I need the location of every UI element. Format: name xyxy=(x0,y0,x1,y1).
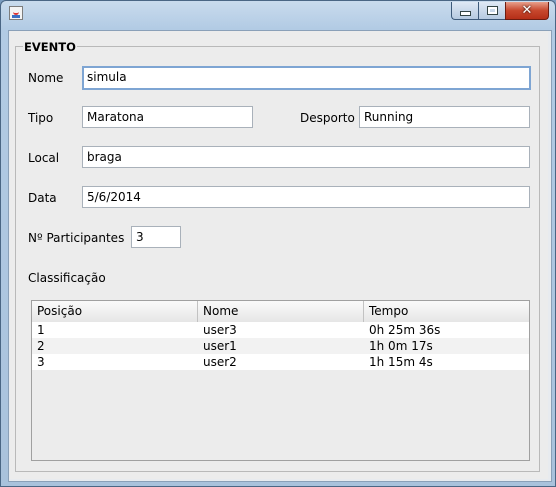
table-header: Posição Nome Tempo xyxy=(32,301,529,323)
cell-nome: user2 xyxy=(203,355,237,369)
nome-field[interactable]: simula xyxy=(82,66,531,90)
column-header-posicao[interactable]: Posição xyxy=(32,301,198,322)
desporto-field[interactable]: Running xyxy=(359,106,530,128)
tipo-label: Tipo xyxy=(28,111,54,125)
local-label: Local xyxy=(28,151,60,165)
cell-posicao: 1 xyxy=(37,323,45,337)
column-header-tempo[interactable]: Tempo xyxy=(364,301,529,322)
close-button[interactable]: ✕ xyxy=(505,2,549,20)
nome-label: Nome xyxy=(28,71,64,85)
table-body: 1 user3 0h 25m 36s 2 user1 1h 0m 17s 3 u… xyxy=(32,322,529,370)
table-row[interactable]: 1 user3 0h 25m 36s xyxy=(32,322,529,338)
title-bar[interactable]: ✕ xyxy=(1,1,555,25)
minimize-button[interactable] xyxy=(451,2,478,20)
cell-tempo: 0h 25m 36s xyxy=(369,323,441,337)
participantes-label: Nº Participantes xyxy=(28,231,125,245)
cell-tempo: 1h 15m 4s xyxy=(369,355,433,369)
tipo-field[interactable]: Maratona xyxy=(82,106,253,128)
cell-tempo: 1h 0m 17s xyxy=(369,339,433,353)
window-client-area: EVENTO Nome simula Tipo Maratona Desport… xyxy=(8,30,552,482)
close-icon: ✕ xyxy=(521,3,533,18)
app-window: ✕ EVENTO Nome simula Tipo Maratona Despo… xyxy=(0,0,556,487)
maximize-button[interactable] xyxy=(478,2,505,20)
cell-nome: user3 xyxy=(203,323,237,337)
data-label: Data xyxy=(28,191,57,205)
table-row[interactable]: 2 user1 1h 0m 17s xyxy=(32,338,529,354)
cell-posicao: 3 xyxy=(37,355,45,369)
column-header-nome[interactable]: Nome xyxy=(198,301,364,322)
content-panel: EVENTO Nome simula Tipo Maratona Desport… xyxy=(10,31,548,479)
cell-nome: user1 xyxy=(203,339,237,353)
classificacao-table[interactable]: Posição Nome Tempo 1 user3 0h 25m 36s 2 … xyxy=(31,300,530,461)
desporto-label: Desporto xyxy=(300,111,355,125)
participantes-field[interactable]: 3 xyxy=(131,226,181,248)
group-title: EVENTO xyxy=(23,40,77,54)
caption-buttons: ✕ xyxy=(451,2,549,21)
data-field[interactable]: 5/6/2014 xyxy=(82,186,530,208)
java-app-icon xyxy=(9,6,23,20)
cell-posicao: 2 xyxy=(37,339,45,353)
classificacao-label: Classificação xyxy=(28,271,106,285)
local-field[interactable]: braga xyxy=(82,146,530,168)
minimize-icon xyxy=(459,11,471,16)
maximize-icon xyxy=(486,6,498,15)
table-row[interactable]: 3 user2 1h 15m 4s xyxy=(32,354,529,370)
